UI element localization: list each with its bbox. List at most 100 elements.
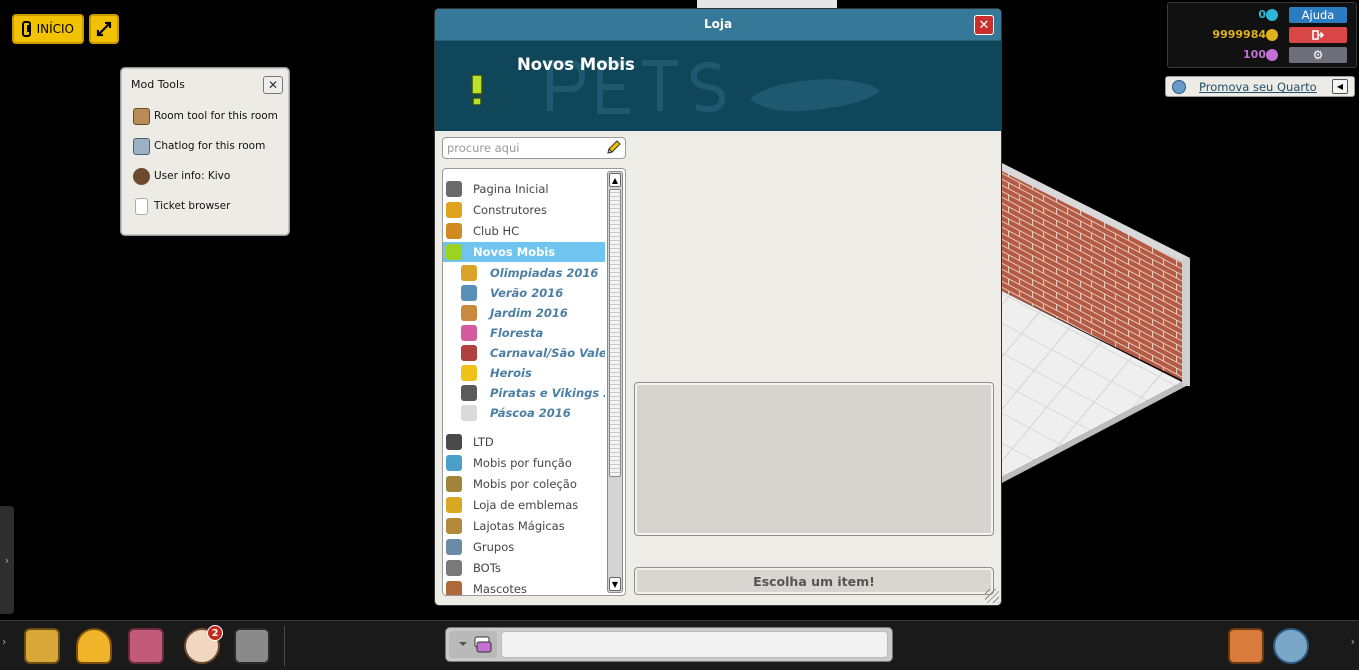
search-users-icon[interactable] — [1273, 628, 1309, 664]
nav-item[interactable]: BOTs — [443, 558, 605, 578]
user-avatar-icon — [133, 167, 150, 185]
nav-scrollbar[interactable]: ▲ ▼ — [607, 171, 623, 593]
bottom-toolbar: › 2 › — [0, 620, 1359, 670]
mod-tools-close-button[interactable]: ✕ — [263, 76, 283, 94]
shop-close-button[interactable]: ✕ — [974, 15, 994, 35]
category-icon — [446, 455, 462, 471]
nav-item[interactable]: Mobis por função — [443, 453, 605, 473]
nav-item-label: Pagina Inicial — [473, 182, 549, 196]
close-icon: ✕ — [978, 17, 990, 33]
shop-cart-icon[interactable] — [24, 628, 60, 664]
category-icon — [446, 476, 462, 492]
home-button-label: INÍCIO — [36, 22, 74, 36]
category-icon — [461, 405, 477, 421]
mod-item-label: Ticket browser — [154, 200, 231, 212]
nav-subitem[interactable]: Olimpiadas 2016 — [443, 263, 605, 283]
help-button[interactable]: Ajuda — [1289, 7, 1347, 23]
settings-button[interactable]: ⚙ — [1289, 47, 1347, 63]
collapse-icon[interactable]: ◀ — [1332, 79, 1348, 94]
chat-bubble-icon — [459, 636, 492, 653]
exclamation-icon — [471, 75, 483, 105]
category-icon — [461, 285, 477, 301]
nav-item[interactable]: Mobis por coleção — [443, 474, 605, 494]
mod-room-tool-button[interactable]: Room tool for this room — [133, 105, 278, 127]
choose-item-button[interactable]: Escolha um item! — [634, 567, 994, 595]
nav-item-label: LTD — [473, 435, 494, 449]
nav-item-label: Club HC — [473, 224, 520, 238]
builders-icon[interactable] — [76, 628, 112, 664]
chat-style-button[interactable] — [449, 631, 497, 658]
toolbar-divider — [284, 626, 285, 666]
nav-subitem[interactable]: Páscoa 2016 — [443, 403, 605, 423]
mod-ticket-browser-button[interactable]: Ticket browser — [133, 195, 230, 217]
shop-page-header: Novos Mobis — [435, 41, 1001, 131]
fullscreen-button[interactable] — [89, 14, 119, 44]
nav-item[interactable]: LTD — [443, 432, 605, 452]
nav-subitem[interactable]: Verão 2016 — [443, 283, 605, 303]
scroll-up-icon[interactable]: ▲ — [609, 173, 621, 187]
search-field — [442, 137, 626, 159]
nav-item-label: Floresta — [490, 326, 544, 340]
promote-room-link[interactable]: Promova seu Quarto — [1199, 80, 1317, 94]
exit-door-icon — [1312, 30, 1324, 40]
nav-subitem[interactable]: Jardim 2016 — [443, 303, 605, 323]
pencil-icon[interactable] — [605, 140, 621, 156]
mod-item-label: Room tool for this room — [154, 110, 278, 122]
catalog-furni-icon[interactable] — [128, 628, 164, 664]
mod-tools-window: Mod Tools ✕ Room tool for this room Chat… — [120, 67, 290, 236]
category-icon — [446, 223, 462, 239]
shop-title: Loja — [703, 17, 733, 31]
nav-subitem[interactable]: Piratas e Vikings 2016 — [443, 383, 605, 403]
nav-item[interactable]: Loja de emblemas — [443, 495, 605, 515]
nav-item-label: Olimpiadas 2016 — [490, 266, 599, 280]
gear-icon: ⚙ — [1312, 48, 1324, 62]
diamonds-value: 0 — [1258, 8, 1266, 21]
chat-input[interactable] — [501, 631, 888, 658]
nav-subitem[interactable]: Carnaval/São Valentim — [443, 343, 605, 363]
nav-item[interactable]: Grupos — [443, 537, 605, 557]
scroll-thumb[interactable] — [609, 189, 621, 477]
page-title: Novos Mobis — [517, 55, 635, 74]
category-icon — [446, 518, 462, 534]
nav-item-label: Carnaval/São Valentim — [490, 346, 605, 360]
catalog-navigation: Pagina Inicial Construtores Club HC Novos M… — [442, 168, 626, 596]
coin-icon — [1266, 29, 1278, 41]
nav-item[interactable]: Novos Mobis — [443, 242, 605, 262]
nav-item[interactable]: Club HC — [443, 221, 605, 241]
mod-chatlog-button[interactable]: Chatlog for this room — [133, 135, 265, 157]
nav-item[interactable]: Construtores — [443, 200, 605, 220]
category-icon — [446, 560, 462, 576]
duckets-value: 100 — [1243, 48, 1266, 61]
mod-user-info-button[interactable]: User info: Kivo — [133, 165, 230, 187]
camera-icon[interactable] — [234, 628, 270, 664]
nav-item-label: Herois — [490, 366, 532, 380]
exit-button[interactable] — [1289, 27, 1347, 43]
room-tool-icon — [133, 107, 150, 125]
mod-item-label: Chatlog for this room — [154, 140, 266, 152]
home-button[interactable]: INÍCIO — [12, 14, 84, 44]
nav-item-label: Mobis por coleção — [473, 477, 577, 491]
friends-list-icon[interactable] — [1228, 628, 1264, 664]
promote-icon — [1172, 80, 1186, 94]
category-icon — [446, 497, 462, 513]
chevron-right-icon[interactable]: › — [1351, 635, 1355, 648]
side-panel-toggle[interactable]: › — [0, 506, 14, 614]
nav-subitem[interactable]: Herois — [443, 363, 605, 383]
nav-item[interactable]: Pagina Inicial — [443, 179, 605, 199]
nav-subitem[interactable]: Floresta — [443, 323, 605, 343]
search-input[interactable] — [447, 140, 597, 156]
partially-hidden-notification — [697, 0, 837, 8]
nav-item-label: Mascotes — [473, 582, 527, 596]
resize-grip-icon[interactable] — [985, 589, 999, 603]
category-icon — [446, 581, 462, 595]
nav-item-label: Jardim 2016 — [490, 306, 568, 320]
scroll-down-icon[interactable]: ▼ — [609, 577, 621, 591]
category-icon — [446, 434, 462, 450]
item-preview-panel — [634, 382, 994, 536]
nav-item-label: Grupos — [473, 540, 515, 554]
shop-titlebar[interactable]: Loja ✕ — [435, 9, 1001, 41]
nav-item[interactable]: Mascotes — [443, 579, 605, 596]
chevron-right-icon[interactable]: › — [2, 635, 6, 648]
diamond-icon — [1266, 9, 1278, 21]
nav-item[interactable]: Lajotas Mágicas — [443, 516, 605, 536]
